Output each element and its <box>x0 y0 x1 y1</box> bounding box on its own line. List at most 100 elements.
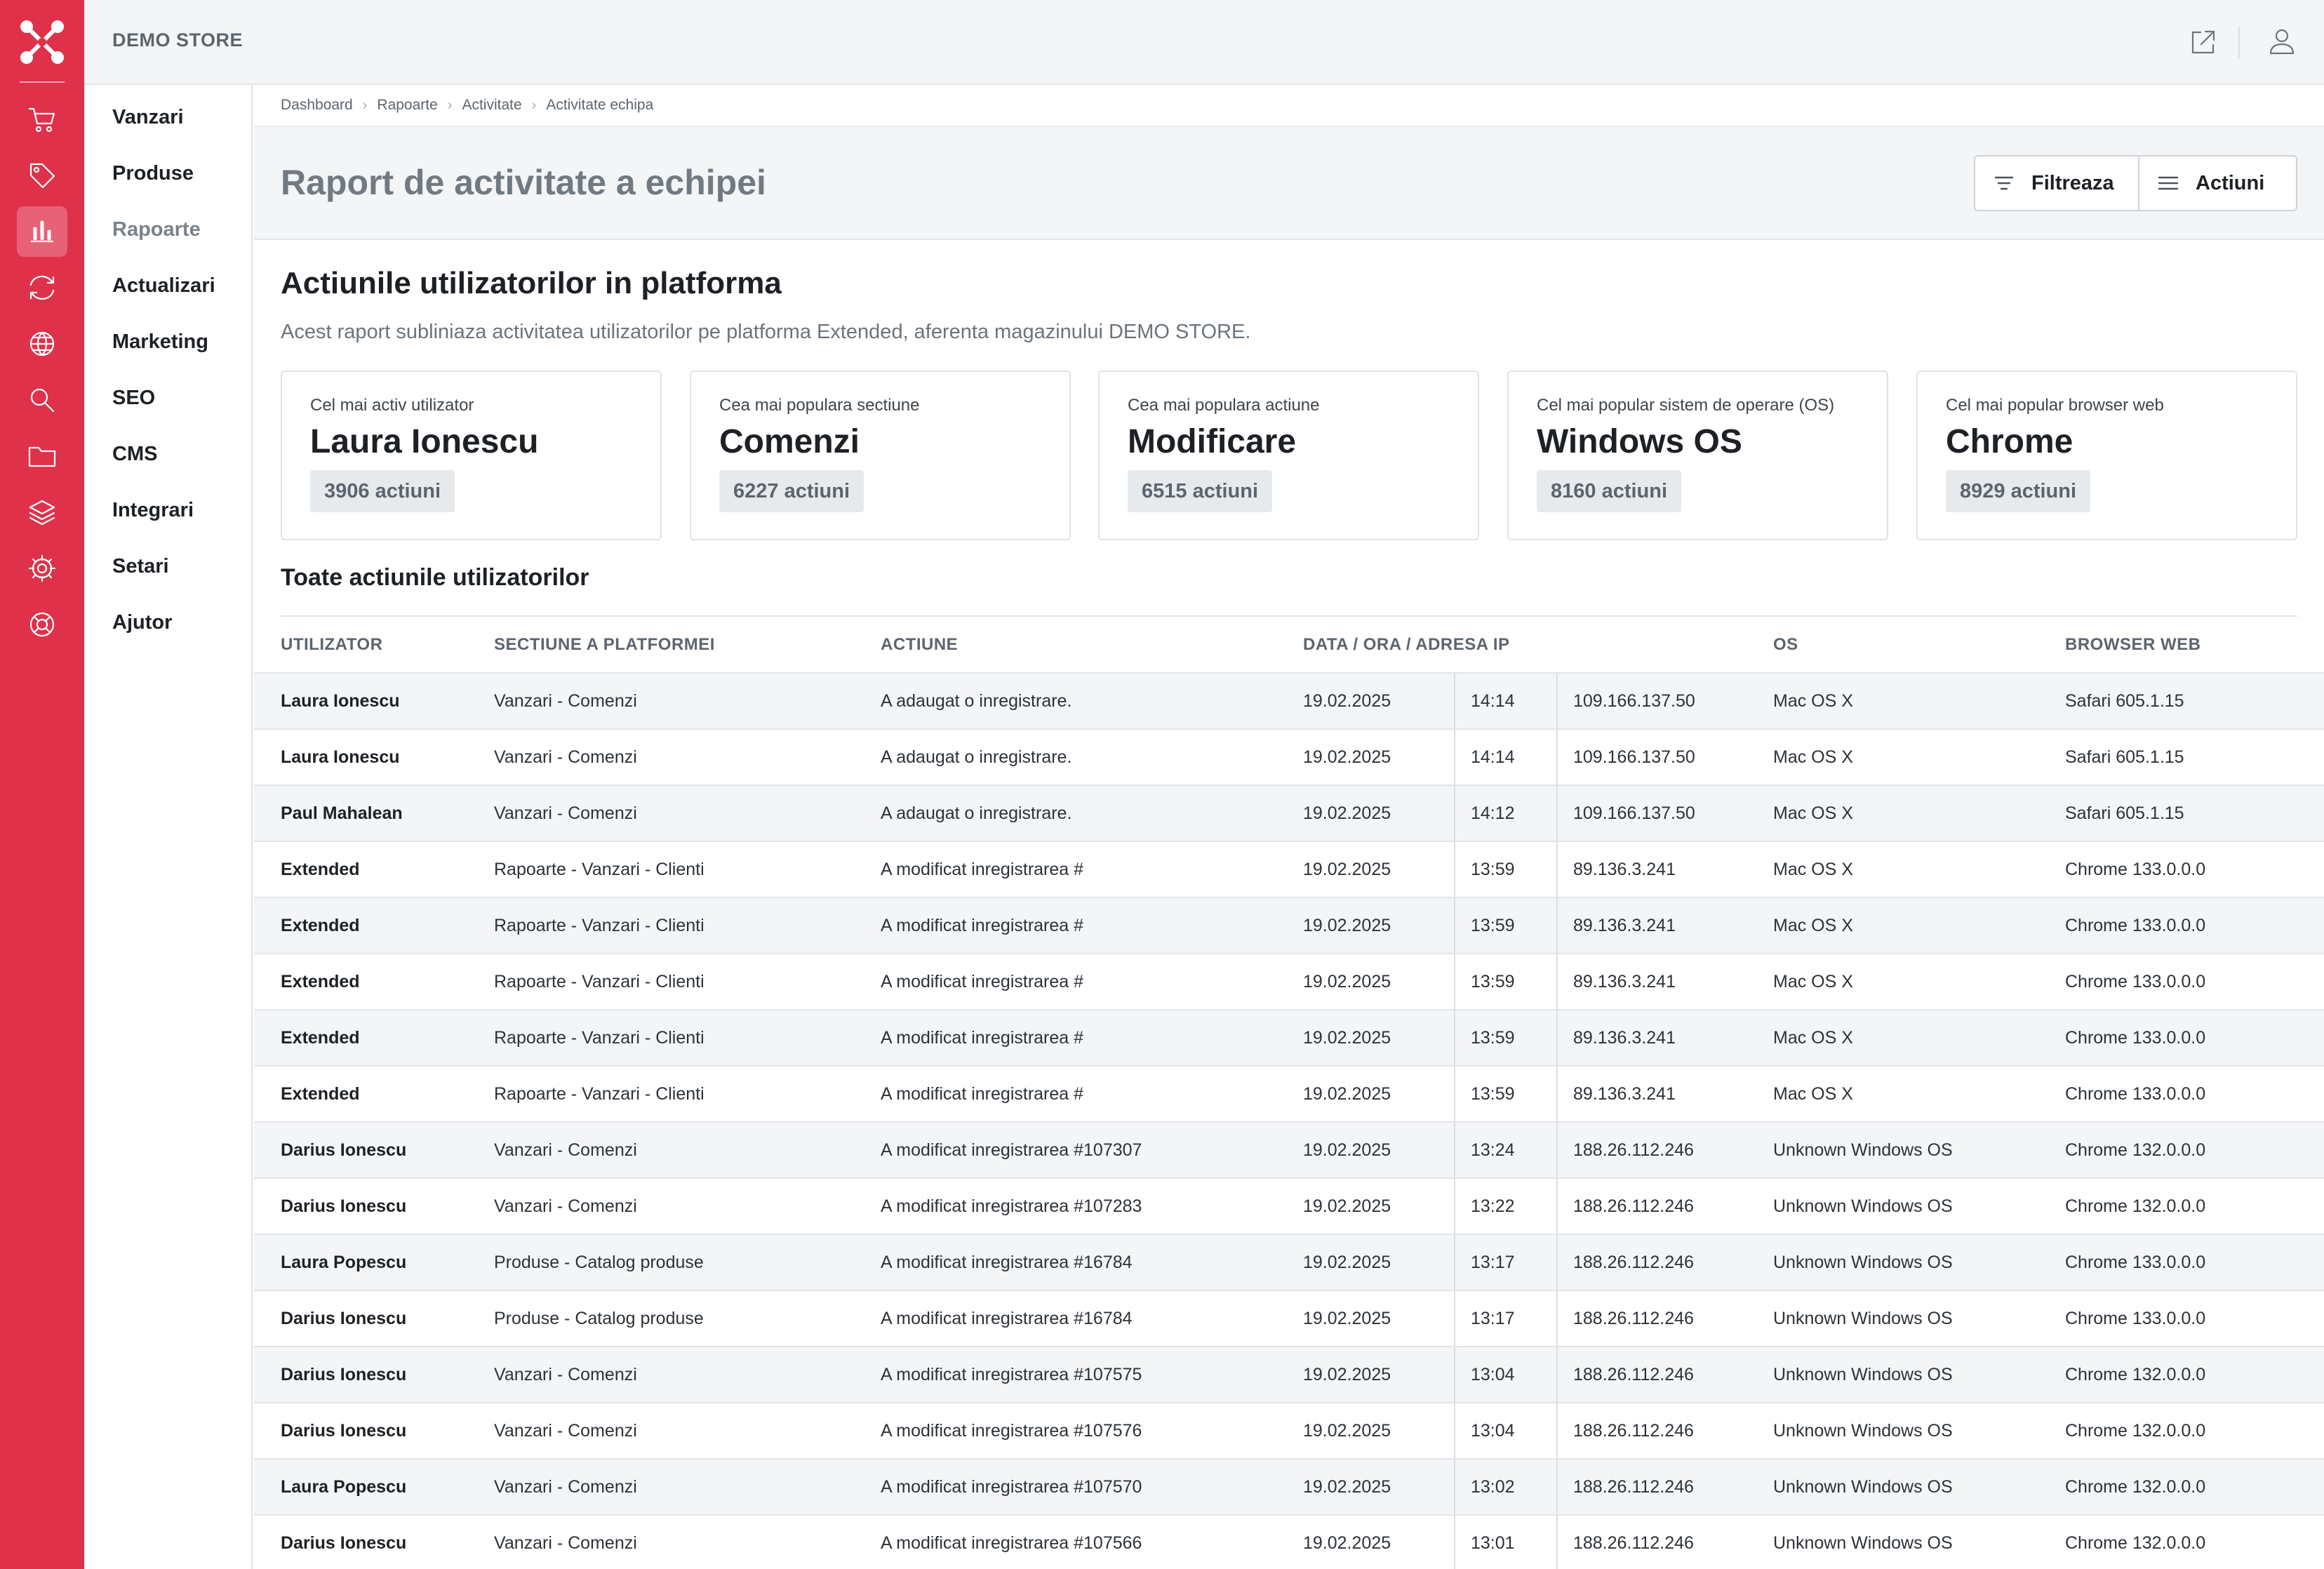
table-row[interactable]: Extended Rapoarte - Vanzari - Clienti A mo… <box>254 897 2324 954</box>
table-row[interactable]: Darius Ionescu Vanzari - Comenzi A modific… <box>254 1515 2324 1569</box>
cell-date: 19.02.2025 <box>1303 1347 1455 1403</box>
cell-time: 13:59 <box>1455 1066 1558 1123</box>
sidebar-item-integrari[interactable]: Integrari <box>112 499 194 522</box>
cell-browser: Chrome 132.0.0.0 <box>2065 1515 2324 1569</box>
cell-os: Unknown Windows OS <box>1773 1347 2065 1403</box>
cell-browser: Chrome 132.0.0.0 <box>2065 1347 2324 1403</box>
cell-action: A modificat inregistrarea # <box>881 897 1303 954</box>
cell-time: 13:22 <box>1455 1178 1558 1235</box>
cell-action: A modificat inregistrarea #107307 <box>881 1122 1303 1179</box>
sidebar-item-marketing[interactable]: Marketing <box>112 331 208 354</box>
cell-browser: Chrome 133.0.0.0 <box>2065 1234 2324 1291</box>
cell-user: Extended <box>254 1010 494 1067</box>
cell-time: 13:04 <box>1455 1347 1558 1403</box>
cell-ip: 188.26.112.246 <box>1557 1290 1773 1347</box>
sync-icon[interactable] <box>17 262 67 313</box>
cell-user: Darius Ionescu <box>254 1122 494 1179</box>
summary-cards: Cel mai activ utilizator Laura Ionescu 3… <box>281 370 2297 540</box>
sidebar-item-cms[interactable]: CMS <box>112 443 157 466</box>
table-row[interactable]: Laura Popescu Vanzari - Comenzi A modifica… <box>254 1459 2324 1516</box>
column-header-os[interactable]: OS <box>1773 617 2065 674</box>
table-row[interactable]: Darius Ionescu Vanzari - Comenzi A modific… <box>254 1122 2324 1179</box>
filter-button[interactable]: Filtreaza <box>1975 156 2139 210</box>
cell-browser: Chrome 133.0.0.0 <box>2065 1066 2324 1123</box>
breadcrumb-item[interactable]: Activitate echipa <box>546 97 653 114</box>
column-header-action[interactable]: ACTIUNE <box>881 617 1303 674</box>
sidebar-item-vanzari[interactable]: Vanzari <box>112 106 184 129</box>
cell-browser: Safari 605.1.15 <box>2065 673 2324 730</box>
cell-user: Darius Ionescu <box>254 1403 494 1460</box>
cell-browser: Chrome 133.0.0.0 <box>2065 897 2324 954</box>
cell-action: A modificat inregistrarea #16784 <box>881 1234 1303 1291</box>
column-header-user[interactable]: UTILIZATOR <box>254 617 494 674</box>
cell-os: Mac OS X <box>1773 785 2065 842</box>
actions-button[interactable]: Actiuni <box>2139 156 2296 210</box>
cell-date: 19.02.2025 <box>1303 897 1455 954</box>
sidebar-item-rapoarte[interactable]: Rapoarte <box>112 218 201 241</box>
logo-icon[interactable] <box>17 17 67 67</box>
sidebar-item-setari[interactable]: Setari <box>112 555 169 578</box>
search-icon[interactable] <box>17 375 67 425</box>
lifebuoy-icon[interactable] <box>17 599 67 650</box>
cell-os: Mac OS X <box>1773 954 2065 1010</box>
user-icon[interactable] <box>2264 24 2300 60</box>
column-header-spacer <box>1557 617 1773 674</box>
table-body: Laura Ionescu Vanzari - Comenzi A adaugat … <box>254 673 2324 1569</box>
left-rail <box>0 0 84 1569</box>
cell-user: Laura Popescu <box>254 1234 494 1291</box>
cell-date: 19.02.2025 <box>1303 785 1455 842</box>
globe-icon[interactable] <box>17 319 67 369</box>
breadcrumb-item[interactable]: Activitate <box>462 97 521 114</box>
section-description: Acest raport subliniaza activitatea util… <box>281 321 1251 343</box>
table-row[interactable]: Extended Rapoarte - Vanzari - Clienti A mo… <box>254 954 2324 1010</box>
page-title: Raport de activitate a echipei <box>281 163 766 202</box>
cell-os: Unknown Windows OS <box>1773 1178 2065 1235</box>
store-name[interactable]: DEMO STORE <box>112 29 243 51</box>
cell-user: Extended <box>254 954 494 1010</box>
sidebar-item-actualizari[interactable]: Actualizari <box>112 274 215 298</box>
table-row[interactable]: Darius Ionescu Vanzari - Comenzi A modific… <box>254 1178 2324 1235</box>
cell-os: Mac OS X <box>1773 1010 2065 1067</box>
table-row[interactable]: Paul Mahalean Vanzari - Comenzi A adaugat … <box>254 785 2324 842</box>
table-row[interactable]: Extended Rapoarte - Vanzari - Clienti A mo… <box>254 1066 2324 1123</box>
table-row[interactable]: Laura Ionescu Vanzari - Comenzi A adaugat … <box>254 729 2324 786</box>
breadcrumb-item[interactable]: Rapoarte <box>377 97 437 114</box>
cell-ip: 188.26.112.246 <box>1557 1515 1773 1569</box>
external-link-icon[interactable] <box>2185 24 2222 60</box>
chart-icon[interactable] <box>17 206 67 257</box>
table-row[interactable]: Darius Ionescu Vanzari - Comenzi A modific… <box>254 1347 2324 1403</box>
header-button-group: Filtreaza Actiuni <box>1974 155 2297 211</box>
cell-date: 19.02.2025 <box>1303 1066 1455 1123</box>
layers-icon[interactable] <box>17 487 67 538</box>
cell-time: 13:59 <box>1455 1010 1558 1067</box>
breadcrumb-item[interactable]: Dashboard <box>281 97 353 114</box>
sidebar-item-ajutor[interactable]: Ajutor <box>112 611 172 634</box>
card-label: Cea mai populara actiune <box>1128 396 1320 415</box>
sidebar-item-produse[interactable]: Produse <box>112 162 194 185</box>
table-row[interactable]: Darius Ionescu Produse - Catalog produse A… <box>254 1290 2324 1347</box>
cell-section: Vanzari - Comenzi <box>494 1347 881 1403</box>
cell-ip: 188.26.112.246 <box>1557 1403 1773 1460</box>
activity-table: UTILIZATOR SECTIUNE A PLATFORMEI ACTIUNE… <box>254 617 2324 1569</box>
folder-icon[interactable] <box>17 431 67 481</box>
filter-button-label: Filtreaza <box>2031 171 2114 194</box>
sidebar-item-seo[interactable]: SEO <box>112 387 155 410</box>
table-row[interactable]: Extended Rapoarte - Vanzari - Clienti A mo… <box>254 1010 2324 1067</box>
table-row[interactable]: Extended Rapoarte - Vanzari - Clienti A mo… <box>254 841 2324 898</box>
cell-action: A adaugat o inregistrare. <box>881 673 1303 730</box>
gear-icon[interactable] <box>17 543 67 594</box>
column-header-section[interactable]: SECTIUNE A PLATFORMEI <box>494 617 881 674</box>
table-row[interactable]: Laura Ionescu Vanzari - Comenzi A adaugat … <box>254 673 2324 730</box>
cell-os: Unknown Windows OS <box>1773 1290 2065 1347</box>
cell-section: Vanzari - Comenzi <box>494 673 881 730</box>
table-row[interactable]: Laura Popescu Produse - Catalog produse A … <box>254 1234 2324 1291</box>
summary-card-section: Cea mai populara sectiune Comenzi 6227 a… <box>690 370 1071 540</box>
cell-section: Vanzari - Comenzi <box>494 785 881 842</box>
column-header-browser[interactable]: BROWSER WEB <box>2065 617 2324 674</box>
cell-date: 19.02.2025 <box>1303 1515 1455 1569</box>
cell-action: A modificat inregistrarea # <box>881 841 1303 898</box>
table-row[interactable]: Darius Ionescu Vanzari - Comenzi A modific… <box>254 1403 2324 1460</box>
column-header-datetime-ip[interactable]: DATA / ORA / ADRESA IP <box>1303 617 1509 674</box>
cart-icon[interactable] <box>17 94 67 145</box>
tag-icon[interactable] <box>17 150 67 201</box>
